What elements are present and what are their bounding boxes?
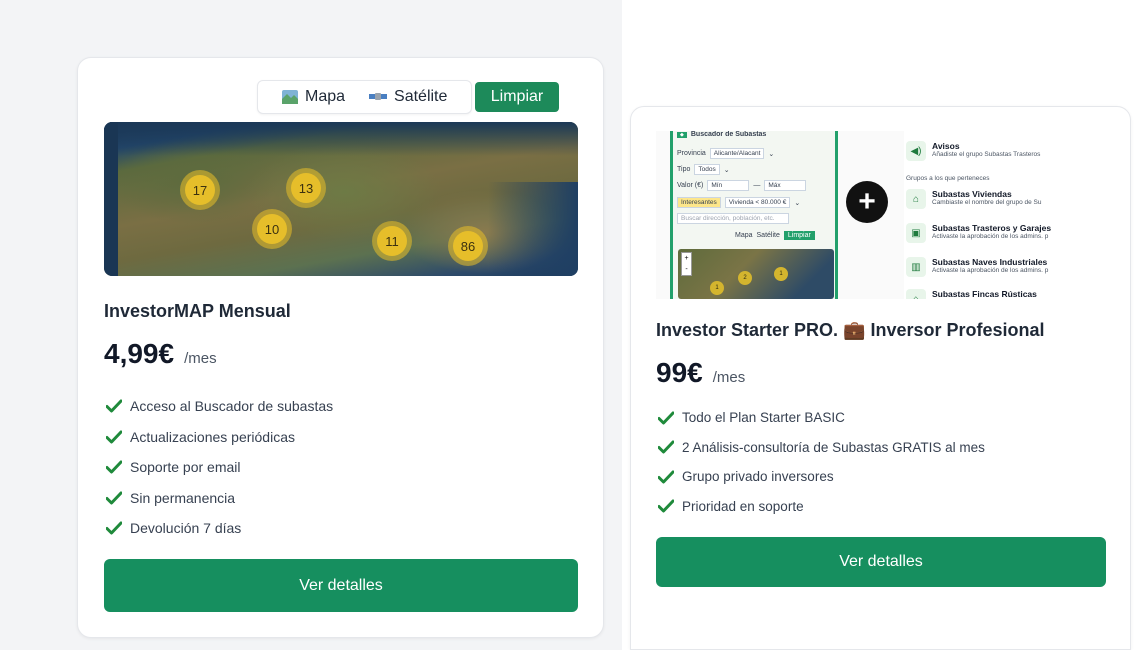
map-cluster[interactable]: 10 [252,209,292,249]
feature-text: Actualizaciones periódicas [130,428,295,445]
ver-detalles-button[interactable]: Ver detalles [104,559,578,612]
preview-tipo-row: Tipo Todos ⌄ [677,164,730,175]
plan-card-investormap: 17 13 10 11 86 Mapa Satélite Limpiar Inv… [77,57,604,638]
feature-list: Acceso al Buscador de subastas Actualiza… [106,391,333,544]
factory-icon: ▥ [906,257,926,277]
satelite-label: Satélite [394,88,448,105]
plan-title: Investor Starter PRO. 💼 Inversor Profesi… [656,320,1045,340]
check-icon [106,521,122,535]
price-amount: 4,99€ [104,338,175,369]
map-border [104,122,118,276]
feature-text: Soporte por email [130,459,241,476]
map-cluster[interactable]: 11 [372,221,412,261]
preview-cluster: 1 [710,281,724,295]
mapa-label: Mapa [305,88,346,105]
price-amount: 99€ [656,357,703,388]
preview-zoom-control: + - [681,252,692,276]
check-icon [658,499,674,513]
feature-item: 2 Análisis-consultoría de Subastas GRATI… [658,433,985,463]
map-preview[interactable]: 17 13 10 11 86 [104,122,578,276]
feature-text: Todo el Plan Starter BASIC [682,410,845,426]
preview-filter-row: Interesantes Vivienda < 80.000 € ⌄ [677,197,800,208]
preview-search-row: Buscar dirección, población, etc. [677,213,789,224]
preview-group-item: ⌂ Subastas Fincas Rústicas [906,289,1037,299]
feature-item: Actualizaciones periódicas [106,422,333,453]
price-period: /mes [712,369,746,386]
check-icon [106,460,122,474]
preview-cluster: 2 [738,271,752,285]
price-period: /mes [184,350,217,367]
mapa-button[interactable]: Mapa [270,88,357,106]
plan-price: 99€ /mes [656,357,745,389]
check-icon [658,470,674,484]
preview-mini-map: + - 1 2 1 [678,249,834,299]
speaker-icon: ◀) [906,141,926,161]
feature-item: Acceso al Buscador de subastas [106,391,333,422]
plan-preview-image: ◆ Buscador de Subastas Provincia Alicante/… [656,131,1103,299]
plan-price: 4,99€ /mes [104,338,217,370]
ver-detalles-button[interactable]: Ver detalles [656,537,1106,587]
preview-group-notifications: ◀) Avisos Añadiste el grupo Subastas Tras… [904,131,1103,299]
check-icon [106,491,122,505]
check-icon [106,430,122,444]
preview-cluster: 1 [774,267,788,281]
map-toolbar: Mapa Satélite [257,80,473,114]
house-icon: ⌂ [906,189,926,209]
preview-provincia-row: Provincia Alicante/Alacant ⌄ [677,148,775,159]
preview-group-item: ▥ Subastas Naves Industriales Activaste l… [906,257,1048,277]
preview-toolbar: Mapa Satélite Limpiar [735,231,815,240]
satelite-button[interactable]: Satélite [357,88,459,106]
check-icon [658,411,674,425]
preview-grupos-label: Grupos a los que perteneces [906,175,990,182]
map-cluster[interactable]: 86 [448,226,488,266]
map-icon [282,90,298,104]
preview-search-panel: ◆ Buscador de Subastas Provincia Alicante/… [670,131,838,299]
feature-text: Devolución 7 días [130,520,242,537]
check-icon [658,440,674,454]
feature-item: Sin permanencia [106,483,333,514]
preview-group-item: ▣ Subastas Trasteros y Garajes Activaste … [906,223,1051,243]
preview-avisos: ◀) Avisos Añadiste el grupo Subastas Tras… [906,141,1040,161]
feature-text: Acceso al Buscador de subastas [130,398,334,415]
preview-group-item: ⌂ Subastas Viviendas Cambiaste el nombre … [906,189,1041,209]
map-cluster[interactable]: 17 [180,170,220,210]
feature-text: Prioridad en soporte [682,498,804,514]
feature-item: Grupo privado inversores [658,462,985,492]
limpiar-button[interactable]: Limpiar [475,82,559,112]
map-layer-switch: Mapa Satélite [257,80,473,114]
feature-text: 2 Análisis-consultoría de Subastas GRATI… [682,439,985,455]
map-cluster[interactable]: 13 [286,168,326,208]
storage-icon: ▣ [906,223,926,243]
preview-valor-row: Valor (€) Mín — Máx [677,180,807,191]
preview-panel-header: ◆ Buscador de Subastas [677,131,766,138]
farm-icon: ⌂ [906,289,926,299]
satellite-icon [369,93,388,100]
check-icon [106,399,122,413]
plan-title: InvestorMAP Mensual [104,301,291,321]
map-sea [104,122,578,156]
feature-text: Sin permanencia [130,489,236,506]
feature-item: Prioridad en soporte [658,492,985,522]
feature-text: Grupo privado inversores [682,469,834,485]
plus-icon: + [846,181,888,223]
feature-list: Todo el Plan Starter BASIC 2 Análisis-co… [658,403,985,521]
feature-item: Devolución 7 días [106,513,333,544]
feature-item: Soporte por email [106,452,333,483]
map-sea [488,182,578,276]
plan-card-starter-pro: ◆ Buscador de Subastas Provincia Alicante/… [630,106,1131,650]
feature-item: Todo el Plan Starter BASIC [658,403,985,433]
